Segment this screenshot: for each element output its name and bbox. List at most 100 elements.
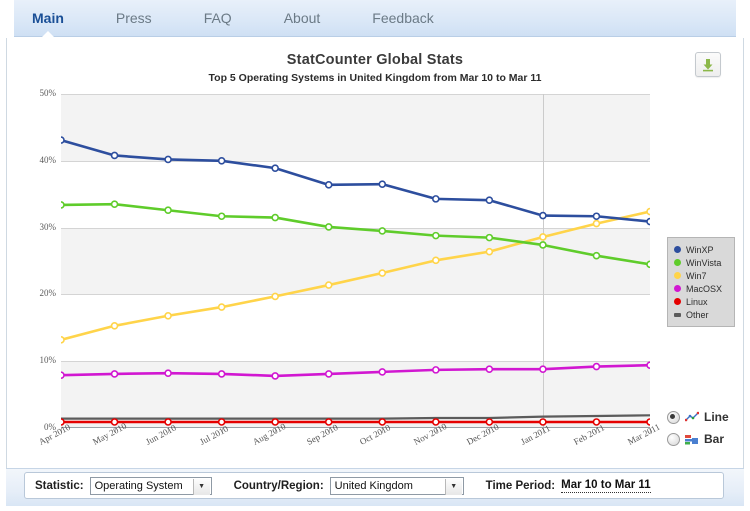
time-period-value[interactable]: Mar 10 to Mar 11 xyxy=(561,479,651,493)
data-point[interactable] xyxy=(646,260,650,269)
data-point[interactable] xyxy=(378,180,387,188)
country-label: Country/Region: xyxy=(233,479,324,492)
data-point[interactable] xyxy=(271,164,279,172)
bar-chart-icon xyxy=(685,435,698,445)
legend-color-swatch xyxy=(674,272,681,279)
legend-color-swatch xyxy=(674,312,681,317)
top-navigation-bar: Main Press FAQ About Feedback xyxy=(0,0,750,38)
legend-item-linux[interactable]: Linux xyxy=(674,295,730,308)
nav-tab-main[interactable]: Main xyxy=(14,0,82,38)
legend-item-win7[interactable]: Win7 xyxy=(674,269,730,282)
legend-color-swatch xyxy=(674,285,681,292)
data-point[interactable] xyxy=(164,369,172,378)
data-point[interactable] xyxy=(217,212,226,221)
data-point[interactable] xyxy=(61,201,65,209)
data-point[interactable] xyxy=(485,196,494,205)
data-point[interactable] xyxy=(432,195,440,203)
data-point[interactable] xyxy=(378,227,387,235)
controls-inner: Statistic: Operating System ▼ Country/Re… xyxy=(24,472,724,499)
y-axis-tick-label: 20% xyxy=(39,288,57,299)
data-point[interactable] xyxy=(61,336,65,344)
data-point[interactable] xyxy=(378,368,387,376)
data-point[interactable] xyxy=(432,366,440,374)
country-select-value: United Kingdom xyxy=(334,479,413,492)
data-point[interactable] xyxy=(592,362,601,371)
data-point[interactable] xyxy=(217,370,226,378)
statistic-select-value: Operating System xyxy=(94,479,183,492)
data-point[interactable] xyxy=(485,233,494,242)
chevron-down-icon[interactable]: ▼ xyxy=(444,478,462,495)
line-chart-icon xyxy=(685,411,699,422)
data-point[interactable] xyxy=(592,212,601,221)
data-point[interactable] xyxy=(324,181,333,189)
data-point[interactable] xyxy=(217,303,226,311)
legend-color-swatch xyxy=(674,259,681,266)
series-line-other xyxy=(61,414,650,420)
data-point[interactable] xyxy=(539,365,547,374)
data-point[interactable] xyxy=(378,269,387,277)
data-point[interactable] xyxy=(432,231,440,240)
radio-button[interactable] xyxy=(667,432,680,446)
data-point[interactable] xyxy=(646,361,650,370)
data-point[interactable] xyxy=(110,200,119,209)
data-point[interactable] xyxy=(110,321,119,330)
data-point[interactable] xyxy=(61,136,65,144)
y-axis-tick-label: 30% xyxy=(39,221,57,232)
data-point[interactable] xyxy=(485,247,494,256)
main-panel: StatCounter Global Stats Top 5 Operating… xyxy=(6,38,744,468)
data-point[interactable] xyxy=(61,371,65,380)
legend-color-swatch xyxy=(674,246,681,253)
data-point[interactable] xyxy=(271,292,279,301)
y-axis-tick-label: 10% xyxy=(39,355,57,366)
legend-item-other[interactable]: Other xyxy=(674,308,730,321)
chart-type-option-line[interactable]: Line xyxy=(667,406,743,428)
nav-tab-faq[interactable]: FAQ xyxy=(186,0,250,37)
legend-item-winxp[interactable]: WinXP xyxy=(674,243,730,256)
radio-button[interactable] xyxy=(667,410,680,424)
data-point[interactable] xyxy=(217,157,226,165)
nav-tab-feedback[interactable]: Feedback xyxy=(354,0,451,37)
chart-legend[interactable]: WinXP WinVista Win7 MacOSX Linux Other xyxy=(667,237,735,327)
data-point[interactable] xyxy=(271,372,279,380)
data-point[interactable] xyxy=(539,241,547,249)
data-point[interactable] xyxy=(432,256,440,265)
legend-item-macosx[interactable]: MacOSX xyxy=(674,282,730,295)
legend-label: Other xyxy=(686,309,709,320)
chart-type-selector[interactable]: Line Bar xyxy=(667,406,743,450)
statistic-label: Statistic: xyxy=(35,479,84,492)
series-line-win7 xyxy=(61,210,650,342)
data-point[interactable] xyxy=(164,206,172,215)
y-axis-tick-label: 40% xyxy=(39,154,57,165)
data-point[interactable] xyxy=(324,370,333,378)
series-line-macosx xyxy=(61,363,650,378)
country-select[interactable]: United Kingdom ▼ xyxy=(329,476,464,495)
data-point[interactable] xyxy=(110,151,119,160)
data-point[interactable] xyxy=(164,311,172,320)
legend-item-winvista[interactable]: WinVista xyxy=(674,256,730,269)
data-point[interactable] xyxy=(271,213,279,222)
y-axis-tick-label: 50% xyxy=(39,88,57,98)
plot-canvas xyxy=(61,94,650,428)
chart-type-option-bar[interactable]: Bar xyxy=(667,428,743,450)
data-point[interactable] xyxy=(324,281,333,289)
data-point[interactable] xyxy=(539,211,547,220)
data-point[interactable] xyxy=(539,233,547,241)
data-point[interactable] xyxy=(592,219,601,228)
nav-tab-about[interactable]: About xyxy=(266,0,339,37)
data-point[interactable] xyxy=(324,223,333,231)
data-point[interactable] xyxy=(646,207,650,216)
statcounter-app: Main Press FAQ About Feedback StatCounter Gl… xyxy=(0,0,750,511)
legend-label: WinVista xyxy=(686,257,722,268)
legend-color-swatch xyxy=(674,298,681,305)
legend-label: WinXP xyxy=(686,244,714,255)
data-point[interactable] xyxy=(485,365,494,374)
data-point[interactable] xyxy=(646,217,650,226)
nav-tab-press[interactable]: Press xyxy=(98,0,170,37)
data-point[interactable] xyxy=(592,251,601,260)
statistic-select[interactable]: Operating System ▼ xyxy=(89,476,212,495)
chart-type-label: Line xyxy=(704,410,729,424)
series-layer xyxy=(61,136,650,426)
data-point[interactable] xyxy=(164,155,172,164)
chevron-down-icon[interactable]: ▼ xyxy=(192,478,210,495)
data-point[interactable] xyxy=(110,370,119,378)
